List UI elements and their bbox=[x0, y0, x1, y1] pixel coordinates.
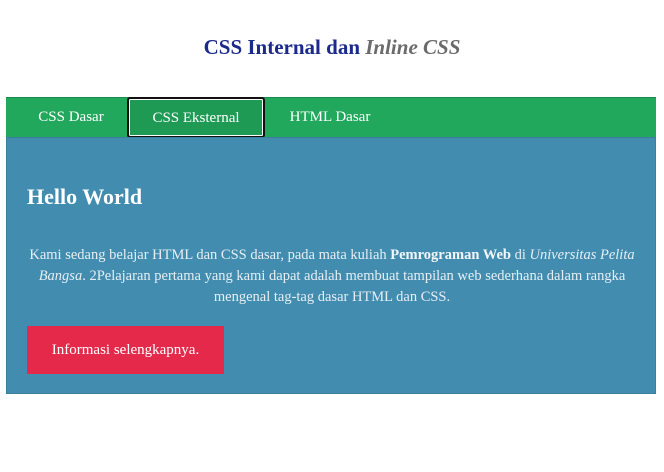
page-title-italic: Inline CSS bbox=[365, 35, 461, 59]
para-bold-course: Pemrograman Web bbox=[390, 247, 511, 263]
page-title: CSS Internal dan Inline CSS bbox=[0, 33, 664, 61]
nav-item-html-dasar[interactable]: HTML Dasar bbox=[274, 98, 386, 138]
more-info-button[interactable]: Informasi selengkapnya. bbox=[27, 326, 224, 374]
main-nav: CSS Dasar CSS Eksternal HTML Dasar bbox=[6, 97, 656, 138]
para-text-1: Kami sedang belajar HTML dan CSS dasar, … bbox=[29, 247, 391, 263]
content-paragraph: Kami sedang belajar HTML dan CSS dasar, … bbox=[17, 245, 647, 308]
page-title-main: CSS Internal dan bbox=[203, 35, 366, 59]
content-panel: Hello World Kami sedang belajar HTML dan… bbox=[6, 137, 656, 394]
nav-item-css-eksternal[interactable]: CSS Eksternal bbox=[127, 97, 265, 138]
nav-item-css-dasar[interactable]: CSS Dasar bbox=[20, 98, 122, 138]
content-heading: Hello World bbox=[27, 184, 143, 209]
para-text-3: . 2Pelajaran pertama yang kami dapat ada… bbox=[82, 268, 626, 305]
para-text-2: di bbox=[510, 247, 530, 263]
